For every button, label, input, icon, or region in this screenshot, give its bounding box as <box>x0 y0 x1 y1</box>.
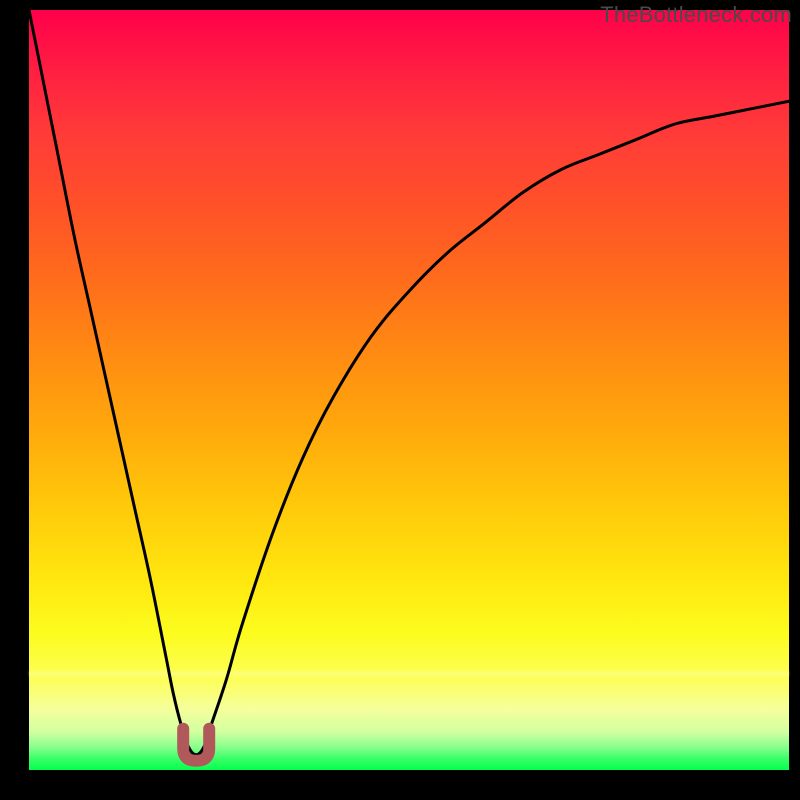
cusp-marker <box>178 723 215 761</box>
figure-canvas: TheBottleneck.com <box>0 0 800 800</box>
overlay-svg <box>29 10 789 770</box>
plot-area <box>29 10 789 770</box>
bottleneck-curve <box>29 10 789 755</box>
watermark-text: TheBottleneck.com <box>600 2 792 28</box>
